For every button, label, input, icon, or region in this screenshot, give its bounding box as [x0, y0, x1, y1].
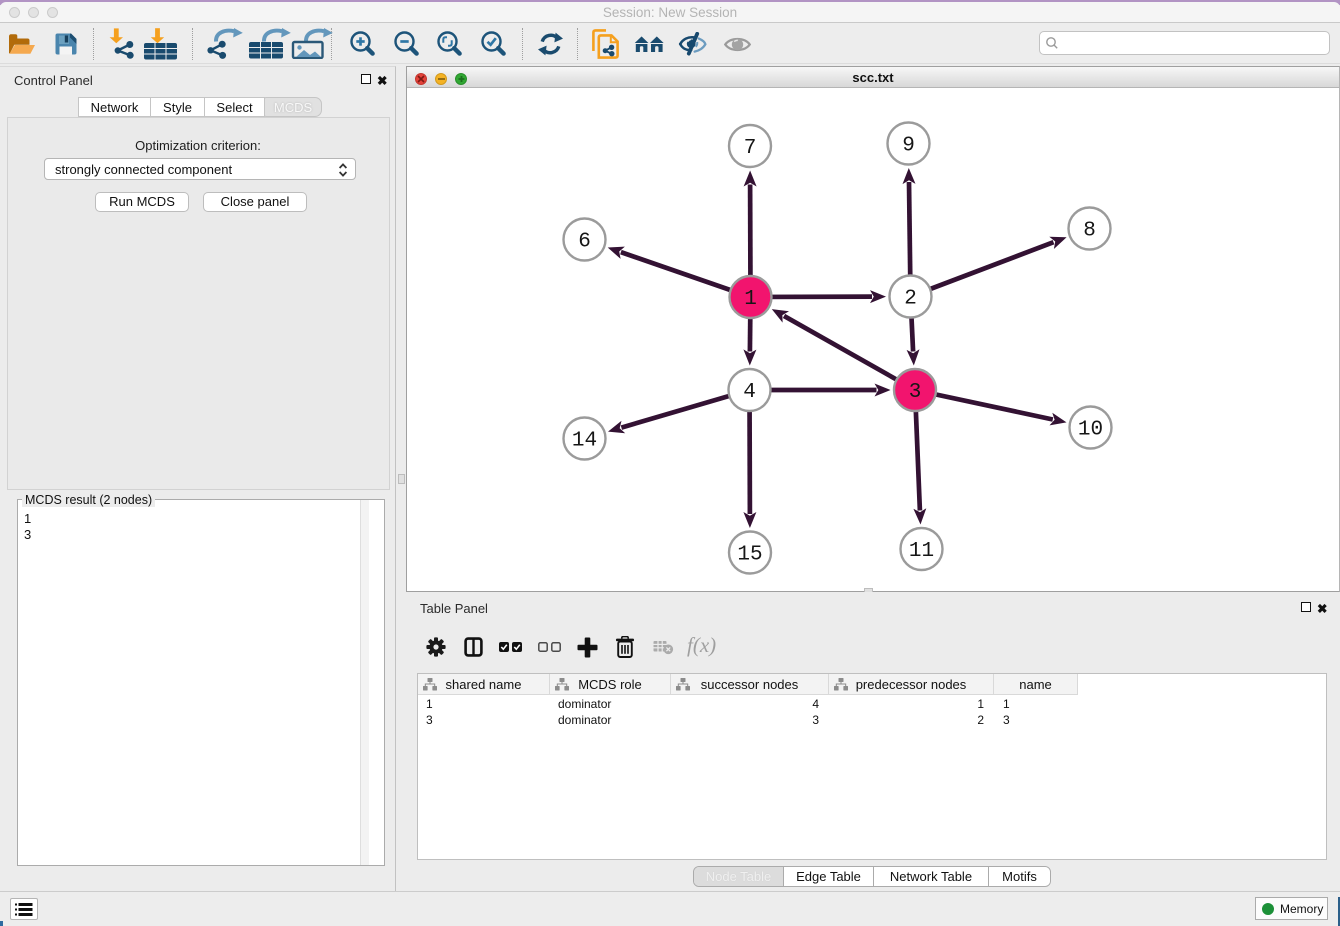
svg-text:8: 8 — [1083, 220, 1096, 243]
svg-text:3: 3 — [909, 381, 922, 404]
svg-text:6: 6 — [578, 231, 591, 254]
svg-text:9: 9 — [902, 135, 915, 158]
svg-text:10: 10 — [1078, 419, 1103, 442]
svg-text:2: 2 — [904, 288, 917, 311]
svg-text:15: 15 — [737, 544, 762, 567]
svg-text:4: 4 — [743, 381, 756, 404]
svg-text:14: 14 — [572, 430, 597, 453]
svg-text:1: 1 — [744, 288, 757, 311]
svg-text:11: 11 — [909, 540, 934, 563]
svg-text:7: 7 — [744, 137, 757, 160]
